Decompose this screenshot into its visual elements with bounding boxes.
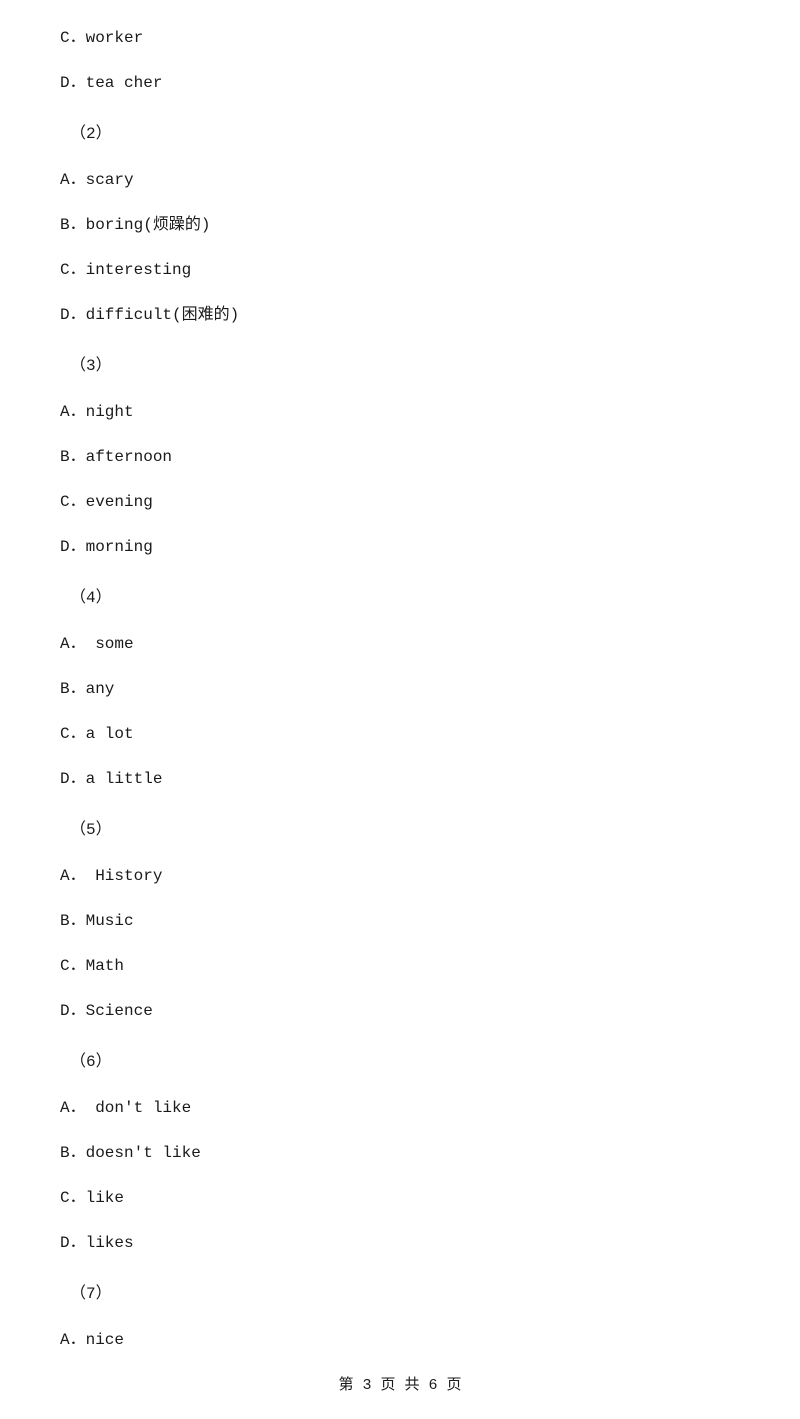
option-item: A．nice <box>60 1326 740 1355</box>
option-item: C．like <box>60 1184 740 1213</box>
option-item: D．a little <box>60 765 740 794</box>
section-label: （6） <box>70 1048 740 1077</box>
option-item: A． History <box>60 862 740 891</box>
option-item: A． don't like <box>60 1094 740 1123</box>
option-item: C．a lot <box>60 720 740 749</box>
option-item: C．Math <box>60 952 740 981</box>
section-label: （4） <box>70 584 740 613</box>
section-label: （2） <box>70 120 740 149</box>
option-item: C．interesting <box>60 256 740 285</box>
page-footer: 第 3 页 共 6 页 <box>0 1372 800 1399</box>
section-label: （3） <box>70 352 740 381</box>
option-item: B．any <box>60 675 740 704</box>
option-item: D．likes <box>60 1229 740 1258</box>
option-item: B．doesn't like <box>60 1139 740 1168</box>
section-label: （5） <box>70 816 740 845</box>
option-item: B．boring(烦躁的) <box>60 211 740 240</box>
option-item: D．Science <box>60 997 740 1026</box>
page-content: C．worker D．tea cher （2） A．scary B．boring… <box>60 24 740 1355</box>
option-item: C．worker <box>60 24 740 53</box>
option-item: B．afternoon <box>60 443 740 472</box>
option-item: D．morning <box>60 533 740 562</box>
option-item: A．night <box>60 398 740 427</box>
option-item: B．Music <box>60 907 740 936</box>
option-item: C．evening <box>60 488 740 517</box>
option-item: A．scary <box>60 166 740 195</box>
option-item: D．difficult(困难的) <box>60 301 740 330</box>
option-item: D．tea cher <box>60 69 740 98</box>
option-item: A． some <box>60 630 740 659</box>
section-label: （7） <box>70 1280 740 1309</box>
